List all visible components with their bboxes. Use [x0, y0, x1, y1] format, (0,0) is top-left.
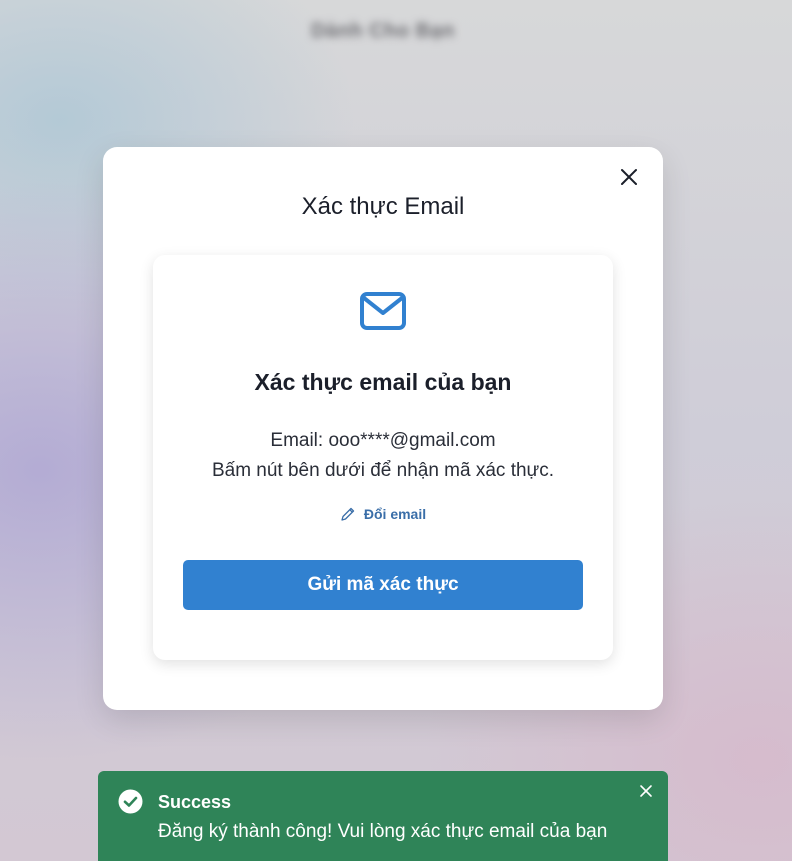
change-email-label: Đổi email	[363, 506, 427, 522]
masked-email-text: Email: ooo****@gmail.com	[270, 430, 496, 451]
email-verification-modal: Xác thực Email Xác thực email của bạn Em…	[103, 147, 663, 710]
change-email-link[interactable]: Đổi email	[153, 506, 613, 522]
pencil-icon	[341, 507, 355, 521]
mail-icon	[360, 292, 406, 330]
toast-close-icon[interactable]	[638, 783, 654, 799]
card-heading: Xác thực email của bạn	[254, 369, 512, 395]
verification-card: Xác thực email của bạn Email: ooo****@gm…	[153, 255, 613, 660]
toast-title: Success	[158, 792, 232, 812]
check-circle-icon	[118, 789, 143, 814]
success-toast: Success Đăng ký thành công! Vui lòng xác…	[98, 771, 668, 861]
instruction-text: Bấm nút bên dưới để nhận mã xác thực.	[211, 460, 555, 481]
background-page-title: Dành Cho Bạn	[311, 20, 455, 42]
modal-title: Xác thực Email	[301, 193, 465, 220]
send-code-button[interactable]: Gửi mã xác thực	[183, 560, 583, 610]
toast-message: Đăng ký thành công! Vui lòng xác thực em…	[158, 821, 608, 842]
close-icon[interactable]	[617, 165, 641, 189]
